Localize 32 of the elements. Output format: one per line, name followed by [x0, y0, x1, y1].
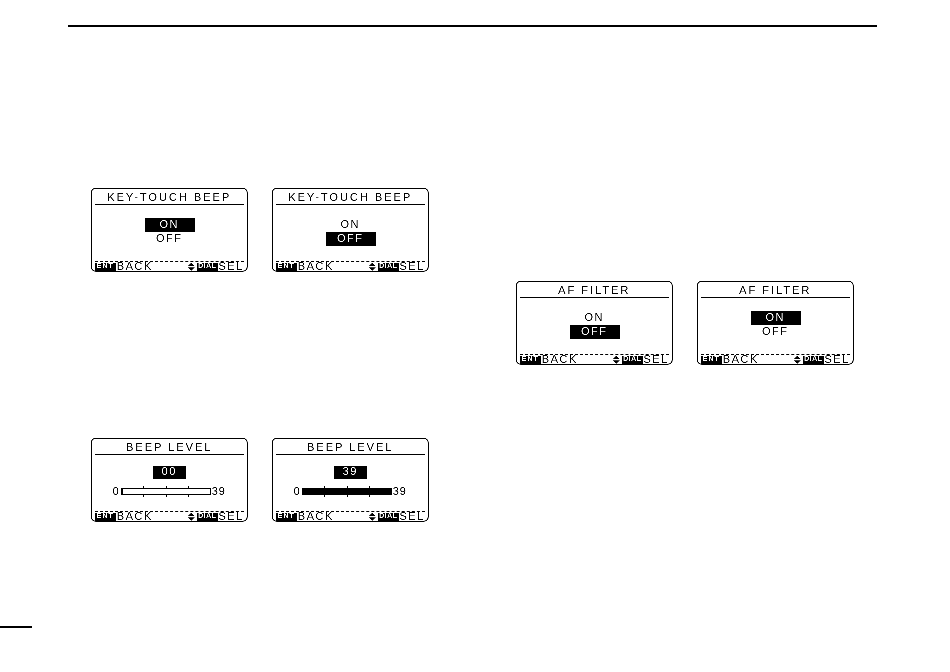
menu-option: ON [326, 218, 376, 232]
menu-option: OFF [326, 232, 376, 246]
footer-label: BACK [298, 262, 334, 272]
footer-label: BACK [542, 354, 578, 364]
footer-label: BACK [298, 512, 334, 522]
screen-title: KEY-TOUCH BEEP [108, 192, 232, 204]
footer-label: BACK [723, 354, 759, 364]
scale-max-label: 39 [212, 486, 226, 496]
menu-option: ON [750, 311, 800, 325]
footer-label: SEL [644, 354, 669, 364]
scale-max-label: 39 [392, 486, 408, 496]
menu-option: OFF [144, 232, 194, 246]
footer-label: SEL [218, 262, 244, 272]
menu-option: ON [570, 311, 620, 325]
scale-min-label: 0 [112, 486, 119, 496]
footer-label: SEL [824, 354, 850, 364]
footer-label: BACK [117, 512, 153, 522]
screen-title: BEEP LEVEL [307, 442, 394, 454]
screen-title: KEY-TOUCH BEEP [288, 192, 412, 204]
footer-label: SEL [400, 512, 425, 522]
footer-label: SEL [400, 262, 425, 272]
scale-min-label: 0 [294, 486, 300, 496]
screen-title: AF FILTER [739, 285, 812, 297]
level-value: 39 [334, 466, 367, 479]
level-value: 00 [153, 466, 186, 479]
screen-title: AF FILTER [558, 285, 631, 297]
screen-title: BEEP LEVEL [126, 442, 213, 454]
footer-label: BACK [117, 262, 153, 272]
menu-option: OFF [750, 325, 800, 339]
menu-option: OFF [570, 325, 620, 339]
menu-option: ON [144, 218, 194, 232]
footer-label: SEL [218, 512, 244, 522]
